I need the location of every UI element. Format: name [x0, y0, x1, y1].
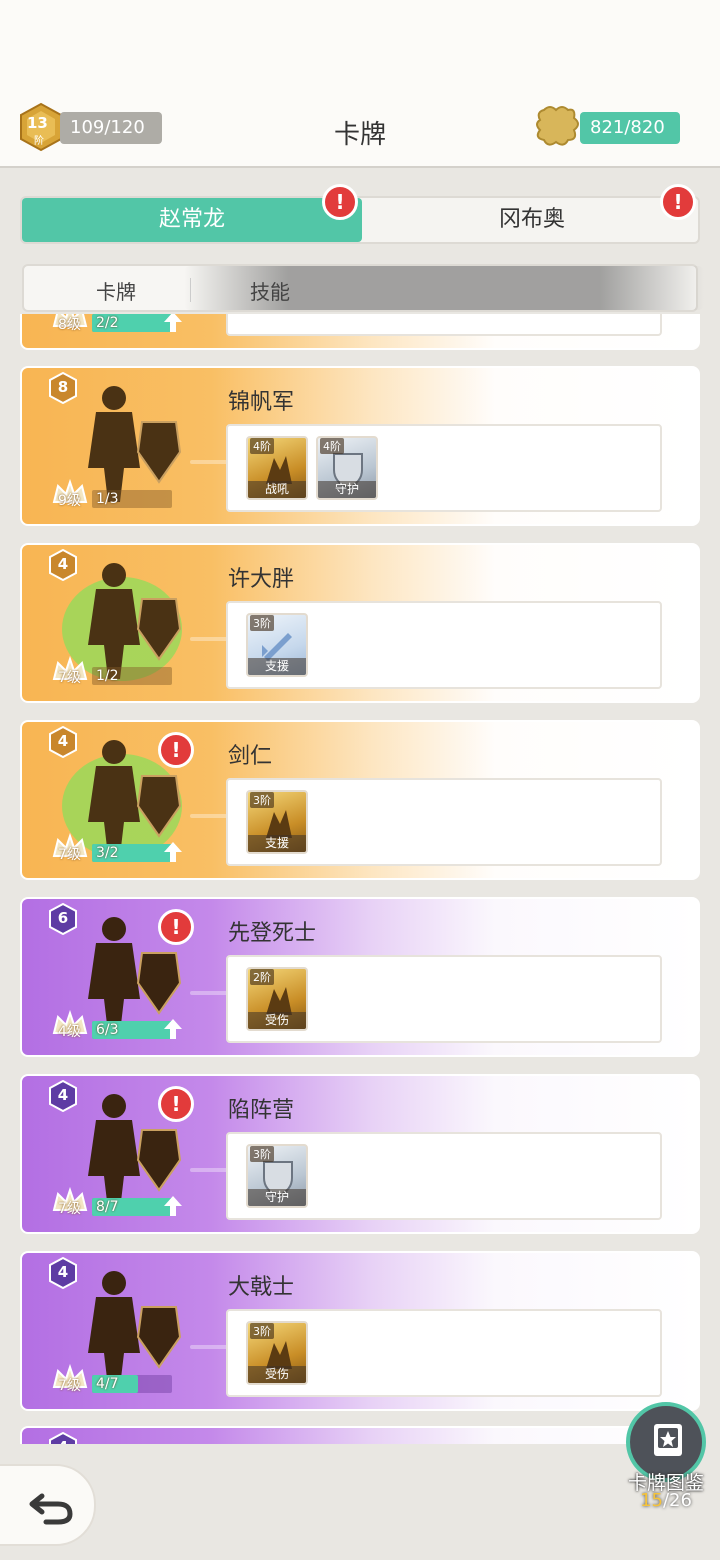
skill-icon[interactable]: 3阶 支援: [246, 613, 308, 677]
card-name: 锦帆军: [228, 390, 295, 415]
connector-line: [190, 460, 230, 464]
hero-tabs: 赵常龙 冈布奥: [20, 196, 700, 244]
skill-label: 守护: [248, 1189, 306, 1206]
skill-tier: 3阶: [250, 1146, 274, 1162]
card-item[interactable]: 4 7级 8/7 ! 陷阵营 3阶 守护: [20, 1074, 700, 1234]
skill-label: 战吼: [248, 481, 306, 498]
skill-icon[interactable]: 3阶 守护: [246, 1144, 308, 1208]
progress-text: 3/2: [96, 845, 119, 861]
upgrade-arrow-icon: [164, 1019, 182, 1039]
card-level: 7级: [58, 670, 81, 686]
card-alert-icon: !: [158, 732, 194, 768]
card-rank: 4: [57, 732, 69, 750]
top-bar: 13 阶 109/120 卡牌 821/820: [0, 0, 720, 168]
back-arrow-icon: [29, 1493, 73, 1525]
card-level: 7级: [58, 847, 81, 863]
skill-tier: 3阶: [250, 1323, 274, 1339]
card-name: 陷阵营: [228, 1098, 295, 1123]
skill-icon[interactable]: 3阶 受伤: [246, 1321, 308, 1385]
tab-alert-icon: !: [660, 184, 696, 220]
card-rank: 8: [57, 378, 69, 396]
progress-text: 4/7: [96, 1376, 119, 1392]
card-name: 许大胖: [228, 567, 295, 592]
subtab-cards[interactable]: 卡牌: [96, 276, 136, 305]
progress-text: 1/3: [96, 491, 119, 507]
sub-tabs: 卡牌 技能: [22, 264, 704, 312]
skill-icon[interactable]: 3阶 支援: [246, 790, 308, 854]
skill-tier: 2阶: [250, 969, 274, 985]
card-progress: 3/2: [92, 844, 172, 862]
skill-label: 受伤: [248, 1012, 306, 1029]
card-item[interactable]: 4 7级 3/2 ! 剑仁 3阶 支援: [20, 720, 700, 880]
tab-zhao-changlong[interactable]: 赵常龙: [22, 198, 362, 242]
card-name: 大戟士: [228, 1275, 295, 1300]
skill-tier: 3阶: [250, 792, 274, 808]
card-level: 4级: [58, 1024, 81, 1040]
skill-label: 支援: [248, 835, 306, 852]
upgrade-arrow-icon: [164, 842, 182, 862]
card-progress: 1/2: [92, 667, 172, 685]
card-rank: 4: [57, 555, 69, 573]
card-progress: 4/7: [92, 1375, 172, 1393]
card-progress: 6/3: [92, 1021, 172, 1039]
progress-text: 6/3: [96, 1022, 119, 1038]
card-item[interactable]: 8 9级 1/3 锦帆军 4阶 战吼 4阶 守护: [20, 366, 700, 526]
card-alert-icon: !: [158, 909, 194, 945]
skill-box: 3阶 守护: [226, 1132, 662, 1220]
progress-text: 8/7: [96, 1199, 119, 1215]
puzzle-shard-icon: [536, 106, 579, 146]
progress-text: 1/2: [96, 668, 119, 684]
skill-icon[interactable]: 4阶 战吼: [246, 436, 308, 500]
connector-line: [190, 991, 230, 995]
shard-counter: 821/820: [580, 112, 680, 144]
upgrade-arrow-icon: [164, 314, 182, 332]
skill-box: 3阶 支援: [226, 778, 662, 866]
card-item[interactable]: 6 4级 6/3 ! 先登死士 2阶 受伤: [20, 897, 700, 1057]
card-name: 先登死士: [228, 921, 317, 946]
skill-label: 受伤: [248, 1366, 306, 1383]
skill-icon[interactable]: 2阶 受伤: [246, 967, 308, 1031]
card-item-partial[interactable]: 8级 2/2: [20, 314, 700, 350]
connector-line: [190, 1168, 230, 1172]
bottom-bar: [0, 1444, 720, 1560]
card-item-partial[interactable]: 4: [20, 1426, 700, 1444]
card-progress: 1/3: [92, 490, 172, 508]
card-alert-icon: !: [158, 1086, 194, 1122]
skill-tier: 4阶: [320, 438, 344, 454]
card-progress: 2/2: [92, 314, 172, 332]
connector-line: [190, 814, 230, 818]
tab-alert-icon: !: [322, 184, 358, 220]
tab-gumball[interactable]: 冈布奥: [362, 198, 702, 242]
codex-count: 15/26: [640, 1490, 692, 1511]
skill-icon[interactable]: 4阶 守护: [316, 436, 378, 500]
card-progress: 8/7: [92, 1198, 172, 1216]
card-rank: 6: [57, 909, 69, 927]
card-list[interactable]: 8级 2/2 8 9级 1/3 锦帆军 4阶 战吼 4阶 守护 4 7级 1/2…: [0, 314, 720, 1444]
skill-label: 支援: [248, 658, 306, 675]
subtab-divider: [190, 278, 191, 302]
connector-line: [190, 637, 230, 641]
skill-box: [226, 314, 662, 336]
skill-label: 守护: [318, 481, 376, 498]
skill-box: 4阶 战吼 4阶 守护: [226, 424, 662, 512]
card-rank: 4: [57, 1263, 69, 1281]
skill-tier: 4阶: [250, 438, 274, 454]
card-name: 剑仁: [228, 744, 273, 769]
skill-tier: 3阶: [250, 615, 274, 631]
card-rank: 4: [57, 1086, 69, 1104]
card-level: 7级: [58, 1201, 81, 1217]
skill-box: 2阶 受伤: [226, 955, 662, 1043]
skill-box: 3阶 支援: [226, 601, 662, 689]
back-button[interactable]: [0, 1464, 96, 1546]
subtab-skills[interactable]: 技能: [250, 276, 290, 305]
connector-line: [190, 1345, 230, 1349]
skill-box: 3阶 受伤: [226, 1309, 662, 1397]
card-item[interactable]: 4 7级 4/7 大戟士 3阶 受伤: [20, 1251, 700, 1411]
card-item[interactable]: 4 7级 1/2 许大胖 3阶 支援: [20, 543, 700, 703]
card-level: 9级: [58, 493, 81, 509]
upgrade-arrow-icon: [164, 1196, 182, 1216]
codex-book-icon: [654, 1424, 682, 1456]
card-level: 7级: [58, 1378, 81, 1394]
card-level: 8级: [58, 317, 81, 333]
